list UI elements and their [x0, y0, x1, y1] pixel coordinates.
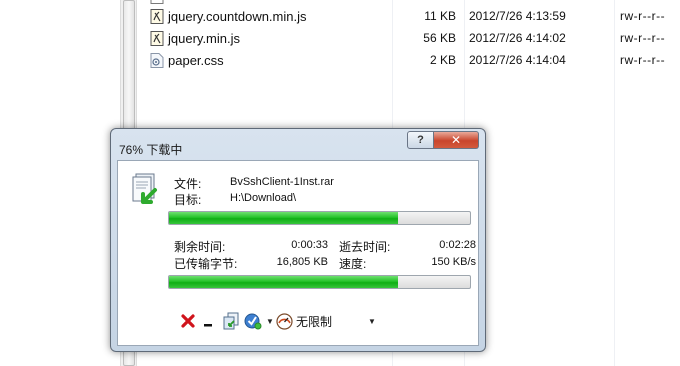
close-button[interactable]: ✕: [434, 131, 479, 149]
file-size: 2 KB: [429, 53, 456, 67]
file-name: jquery.countdown.min.js: [168, 9, 307, 24]
speed-limit-dropdown[interactable]: 无限制 ▼: [276, 311, 386, 331]
options-button[interactable]: ▼: [244, 311, 274, 331]
dialog-titlebar[interactable]: 76% 下载中 ? ✕: [111, 129, 485, 157]
elapsed-time-value: 0:02:28: [439, 239, 476, 251]
minimize-icon: [204, 324, 212, 327]
css-file-icon: [150, 53, 164, 68]
file-permissions: rw-r--r--: [620, 31, 666, 45]
cancel-x-icon: [181, 314, 195, 328]
file-row[interactable]: jquery.countdown.min.js 11 KB 2012/7/26 …: [138, 6, 680, 27]
file-size: 56 KB: [423, 31, 456, 45]
speed-label: 速度:: [339, 257, 367, 271]
file-row[interactable]: paper.css 2 KB 2012/7/26 4:14:04 rw-r--r…: [138, 50, 680, 71]
open-folder-button[interactable]: [222, 311, 240, 331]
elapsed-time-label: 逝去时间:: [339, 240, 391, 254]
file-progress-fill: [169, 212, 398, 224]
help-button[interactable]: ?: [407, 131, 434, 149]
total-progress-fill: [169, 276, 398, 288]
file-permissions: rw-r--r--: [620, 9, 666, 23]
js-file-icon: [150, 9, 164, 24]
file-value: BvSshClient-1Inst.rar: [230, 176, 334, 188]
speedometer-icon: [276, 312, 293, 330]
minimize-button[interactable]: [202, 311, 214, 331]
file-date: 2012/7/26 4:13:59: [469, 9, 566, 23]
dialog-title: 76% 下载中: [119, 143, 183, 157]
total-progress-bar: [168, 275, 471, 289]
file-date: 2012/7/26 4:14:04: [469, 53, 566, 67]
transferred-label: 已传输字节:: [174, 257, 238, 271]
chevron-down-icon[interactable]: ▼: [266, 317, 274, 326]
dialog-body: 文件: BvSshClient-1Inst.rar 目标: H:\Downloa…: [117, 160, 479, 346]
titlebar-buttons: ? ✕: [407, 131, 479, 149]
file-label: 文件:: [174, 177, 202, 191]
js-file-icon: [150, 31, 164, 46]
copy-files-icon: [223, 312, 239, 330]
dialog-toolbar: ▼ 无限制 ▼: [172, 309, 412, 333]
cancel-button[interactable]: [180, 311, 196, 331]
speed-limit-value: 无限制: [296, 314, 333, 329]
transferred-value: 16,805 KB: [276, 256, 328, 268]
download-dialog: 76% 下载中 ? ✕ 文件: BvSshClient-1Inst.rar 目标…: [110, 128, 486, 352]
file-size: 11 KB: [424, 9, 456, 23]
file-permissions: rw-r--r--: [620, 53, 666, 67]
left-pane: [0, 0, 120, 366]
file-progress-bar: [168, 211, 471, 225]
file-name: jquery.min.js: [168, 31, 241, 46]
target-label: 目标:: [174, 193, 202, 207]
remaining-time-label: 剩余时间:: [174, 240, 226, 254]
file-date: 2012/7/26 4:14:02: [469, 31, 566, 45]
check-options-icon: [244, 313, 262, 330]
file-icon: [150, 0, 164, 4]
remaining-time-value: 0:00:33: [291, 239, 328, 251]
file-row[interactable]: jquery.min.js 56 KB 2012/7/26 4:14:02 rw…: [138, 28, 680, 49]
file-name: paper.css: [168, 53, 224, 68]
chevron-down-icon[interactable]: ▼: [368, 317, 376, 326]
target-value: H:\Download\: [230, 192, 297, 204]
download-file-icon: [132, 173, 157, 204]
speed-value: 150 KB/s: [431, 256, 476, 268]
